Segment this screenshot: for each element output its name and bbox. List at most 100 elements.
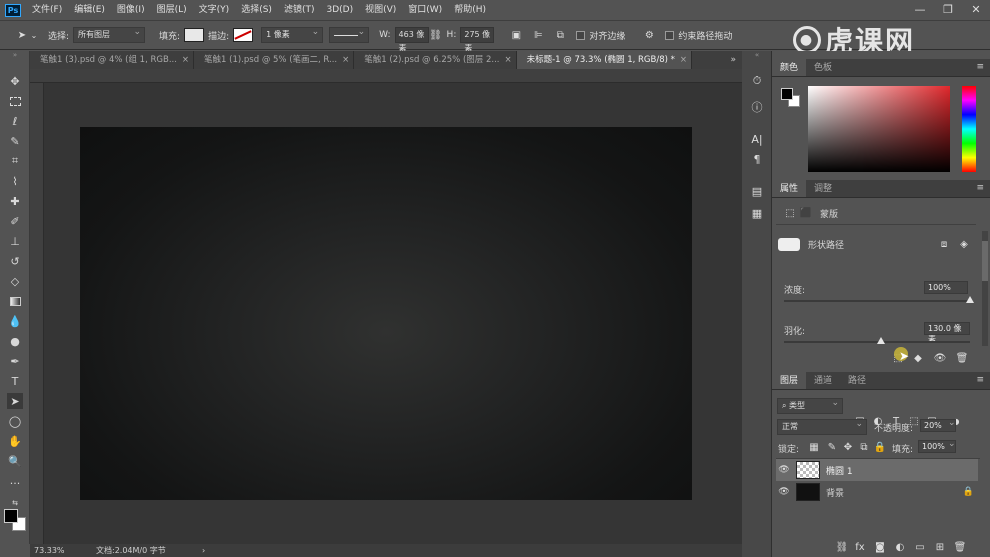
path-arrangement-icon[interactable]: ⧉ bbox=[552, 27, 568, 43]
width-field[interactable]: 463 像素 bbox=[394, 27, 429, 53]
ellipse-tool-icon[interactable]: ◯ bbox=[7, 413, 23, 429]
foreground-color-swatch[interactable] bbox=[4, 509, 18, 523]
panel-menu-icon[interactable]: ≡ bbox=[976, 375, 984, 385]
menu-item[interactable]: 窗口(W) bbox=[402, 0, 448, 20]
fill-swatch[interactable] bbox=[184, 28, 205, 42]
menu-item[interactable]: 图像(I) bbox=[111, 0, 151, 20]
paragraph-icon[interactable]: ¶ bbox=[749, 151, 765, 167]
adjustment-layer-icon[interactable]: ◐ bbox=[892, 539, 908, 555]
menu-item[interactable]: 编辑(E) bbox=[68, 0, 111, 20]
menu-item[interactable]: 3D(D) bbox=[320, 0, 359, 20]
lock-transparent-icon[interactable]: ▦ bbox=[806, 439, 822, 455]
feather-slider-thumb[interactable] bbox=[876, 337, 885, 344]
layer-name[interactable]: 椭圆 1 bbox=[826, 464, 853, 477]
group-icon[interactable]: ▭ bbox=[912, 539, 928, 555]
tab-close-icon[interactable]: × bbox=[504, 55, 511, 65]
link-layers-icon[interactable]: ⛓ bbox=[834, 539, 850, 555]
blur-tool-icon[interactable]: 💧 bbox=[7, 313, 23, 329]
apply-icon[interactable]: ◆ bbox=[910, 350, 926, 366]
tab-swatches[interactable]: 色板 bbox=[806, 59, 840, 76]
select-mask-icon[interactable]: ⧈ bbox=[936, 236, 952, 252]
opacity-chevron-icon[interactable]: ⌄ bbox=[948, 418, 956, 428]
character-icon[interactable]: A| bbox=[749, 131, 765, 147]
menu-item[interactable]: 选择(S) bbox=[235, 0, 278, 20]
panel-collapse-icon[interactable]: « bbox=[742, 51, 772, 59]
minimize-button[interactable]: — bbox=[906, 0, 934, 20]
path-selection-tool-icon[interactable]: ➤ bbox=[7, 393, 23, 409]
path-alignment-icon[interactable]: ⊫ bbox=[530, 27, 546, 43]
feather-field[interactable]: 130.0 像素 bbox=[924, 322, 970, 344]
tab-document[interactable]: 笔触1 (3).psd @ 4% (组 1, RGB... × bbox=[30, 51, 195, 69]
type-tool-icon[interactable]: T bbox=[7, 373, 23, 389]
tab-document[interactable]: 笔触1 (2).psd @ 6.25% (图层 2... × bbox=[354, 51, 517, 69]
density-slider[interactable] bbox=[784, 300, 970, 302]
vector-mask-icon[interactable]: ⬚ bbox=[782, 205, 798, 221]
tab-adjustments[interactable]: 调整 bbox=[806, 180, 840, 197]
layer-visibility-icon[interactable]: 👁 bbox=[776, 487, 792, 497]
select-scope-dropdown[interactable]: 所有图层 bbox=[73, 25, 146, 43]
menu-item[interactable]: 滤镜(T) bbox=[278, 0, 321, 20]
density-field[interactable]: 100% bbox=[924, 281, 968, 294]
notes-icon[interactable]: ▦ bbox=[749, 205, 765, 221]
gear-icon[interactable]: ⚙ bbox=[641, 27, 657, 43]
density-slider-thumb[interactable] bbox=[966, 296, 974, 303]
properties-scrollbar[interactable] bbox=[982, 231, 988, 346]
zoom-level[interactable]: 73.33% bbox=[34, 544, 65, 557]
new-layer-icon[interactable]: ⊞ bbox=[932, 539, 948, 555]
gradient-tool-icon[interactable] bbox=[7, 293, 23, 309]
restore-button[interactable]: ❐ bbox=[934, 0, 962, 20]
delete-layer-icon[interactable]: 🗑 bbox=[952, 539, 968, 555]
menu-item[interactable]: 文件(F) bbox=[26, 0, 68, 20]
tab-close-icon[interactable]: × bbox=[342, 55, 349, 65]
stroke-width-dropdown[interactable]: 1 像素 bbox=[261, 25, 324, 43]
document-canvas[interactable] bbox=[80, 127, 692, 500]
panel-menu-icon[interactable]: ≡ bbox=[976, 62, 984, 72]
stroke-swatch[interactable] bbox=[233, 28, 254, 42]
trash-icon[interactable]: 🗑 bbox=[954, 350, 970, 366]
tab-channels[interactable]: 通道 bbox=[806, 372, 840, 389]
crop-tool-icon[interactable]: ⌗ bbox=[7, 153, 23, 169]
lasso-tool-icon[interactable]: ℓ bbox=[7, 113, 23, 129]
tab-color[interactable]: 颜色 bbox=[772, 59, 807, 76]
align-edges-checkbox[interactable] bbox=[576, 30, 586, 40]
info-icon[interactable]: ⓘ bbox=[749, 99, 765, 115]
layer-row-ellipse[interactable]: 👁 椭圆 1 bbox=[776, 459, 978, 481]
tab-overflow-button[interactable]: » bbox=[724, 51, 742, 69]
link-icon[interactable]: ⛓ bbox=[429, 27, 443, 43]
lock-artboard-icon[interactable]: ⧉ bbox=[856, 439, 872, 455]
brush-tool-icon[interactable]: ✐ bbox=[7, 213, 23, 229]
color-picker-field[interactable] bbox=[808, 86, 950, 172]
stroke-type-dropdown[interactable] bbox=[329, 25, 370, 43]
tab-paths[interactable]: 路径 bbox=[840, 372, 874, 389]
pixel-mask-icon[interactable]: ⬛ bbox=[798, 205, 814, 221]
magic-wand-tool-icon[interactable]: ✎ bbox=[7, 133, 23, 149]
tab-document[interactable]: 未标题-1 @ 73.3% (椭圆 1, RGB/8) * × bbox=[516, 51, 693, 69]
blend-mode-dropdown[interactable]: 正常 bbox=[777, 417, 867, 435]
tab-close-icon[interactable]: × bbox=[182, 55, 189, 65]
hand-tool-icon[interactable]: ✋ bbox=[7, 433, 23, 449]
add-mask-icon[interactable]: ◙ bbox=[872, 539, 888, 555]
stamp-tool-icon[interactable]: ⊥ bbox=[7, 233, 23, 249]
eraser-tool-icon[interactable]: ◇ bbox=[7, 273, 23, 289]
healing-brush-tool-icon[interactable]: ✚ bbox=[7, 193, 23, 209]
tab-document[interactable]: 笔触1 (1).psd @ 5% (笔画二, R... × bbox=[194, 51, 355, 69]
visibility-icon[interactable]: 👁 bbox=[932, 350, 948, 366]
apply-mask-icon[interactable]: ◈ bbox=[956, 236, 972, 252]
chevron-down-icon[interactable]: ⌄ bbox=[30, 27, 38, 43]
menu-item[interactable]: 帮助(H) bbox=[448, 0, 492, 20]
more-tools-icon[interactable]: ··· bbox=[7, 475, 23, 491]
eyedropper-tool-icon[interactable]: ⌇ bbox=[7, 173, 23, 189]
path-select-tool-icon[interactable]: ➤ bbox=[14, 27, 30, 43]
move-tool-icon[interactable]: ✥ bbox=[7, 73, 23, 89]
lock-position-icon[interactable]: ✥ bbox=[840, 439, 856, 455]
layer-visibility-icon[interactable]: 👁 bbox=[776, 465, 792, 475]
libraries-icon[interactable]: ▤ bbox=[749, 183, 765, 199]
menu-item[interactable]: 文字(Y) bbox=[193, 0, 236, 20]
panel-menu-icon[interactable]: ≡ bbox=[976, 183, 984, 193]
dodge-tool-icon[interactable]: ● bbox=[7, 333, 23, 349]
pen-tool-icon[interactable]: ✒ bbox=[7, 353, 23, 369]
toolbar-collapse-icon[interactable]: » bbox=[0, 51, 30, 59]
tab-close-icon[interactable]: × bbox=[680, 55, 687, 65]
menu-item[interactable]: 视图(V) bbox=[359, 0, 402, 20]
path-operations-icon[interactable]: ▣ bbox=[508, 27, 524, 43]
